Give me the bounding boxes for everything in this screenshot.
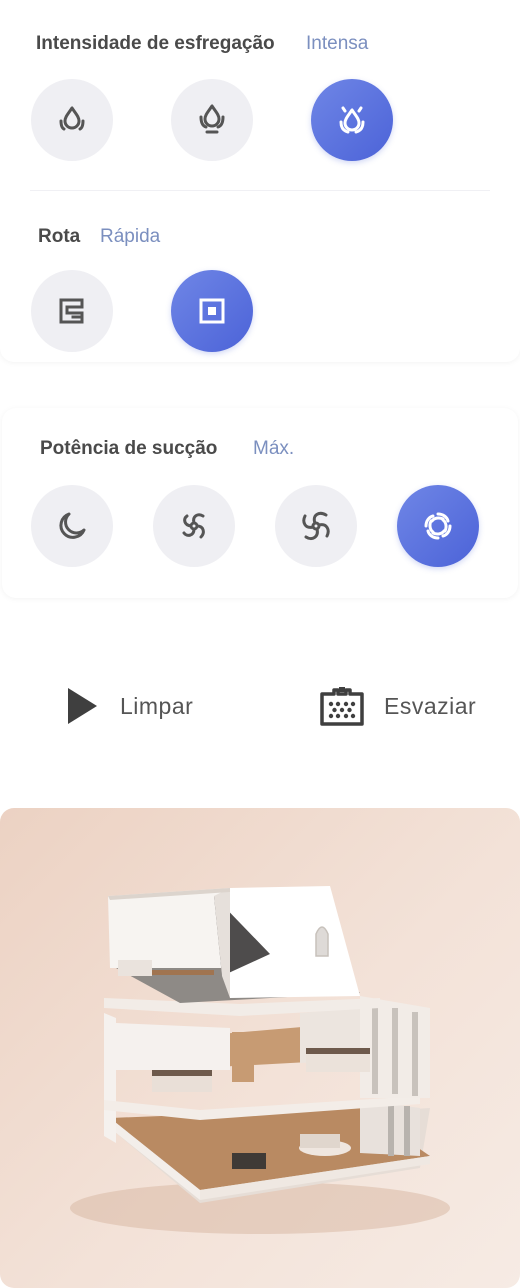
route-value: Rápida <box>100 226 161 247</box>
scrub-intensity-value: Intensa <box>306 33 369 54</box>
water-drop-high-icon <box>339 106 365 134</box>
empty-bin-label: Esvaziar <box>384 692 477 719</box>
fan-turbo-icon <box>302 511 330 541</box>
section-divider <box>30 190 490 191</box>
home-map-card[interactable] <box>0 808 520 1288</box>
scrub-intensity-title: Intensidade de esfregação <box>36 33 275 54</box>
suction-power-value: Máx. <box>253 438 295 459</box>
suction-option-turbo[interactable] <box>275 485 357 567</box>
route-option-quick[interactable] <box>171 270 253 352</box>
water-drop-medium-icon <box>199 104 225 134</box>
scrub-option-high[interactable] <box>311 79 393 161</box>
cleaning-settings-card: Intensidade de esfregação Intensa Rota R… <box>0 0 520 362</box>
route-option-zigzag[interactable] <box>31 270 113 352</box>
moon-quiet-icon <box>59 512 86 539</box>
fan-max-icon <box>424 512 452 540</box>
clean-button[interactable]: Limpar <box>24 670 232 742</box>
suction-option-standard[interactable] <box>153 485 235 567</box>
clean-button-label: Limpar <box>120 692 194 719</box>
dustbin-icon <box>320 687 364 726</box>
route-title: Rota <box>38 226 81 247</box>
scrub-option-low[interactable] <box>31 79 113 161</box>
play-icon <box>68 688 97 724</box>
water-drop-low-icon <box>59 106 85 131</box>
fan-standard-icon <box>182 513 205 539</box>
suction-option-max[interactable] <box>397 485 479 567</box>
suction-option-quiet[interactable] <box>31 485 113 567</box>
house-cutaway-illustration <box>70 886 450 1234</box>
suction-power-card: Potência de sucção Máx. <box>2 408 518 598</box>
suction-power-title: Potência de sucção <box>40 438 218 459</box>
scrub-option-medium[interactable] <box>171 79 253 161</box>
empty-bin-button[interactable]: Esvaziar <box>300 670 496 742</box>
route-zigzag-icon <box>59 298 84 324</box>
route-quick-icon <box>199 298 225 324</box>
